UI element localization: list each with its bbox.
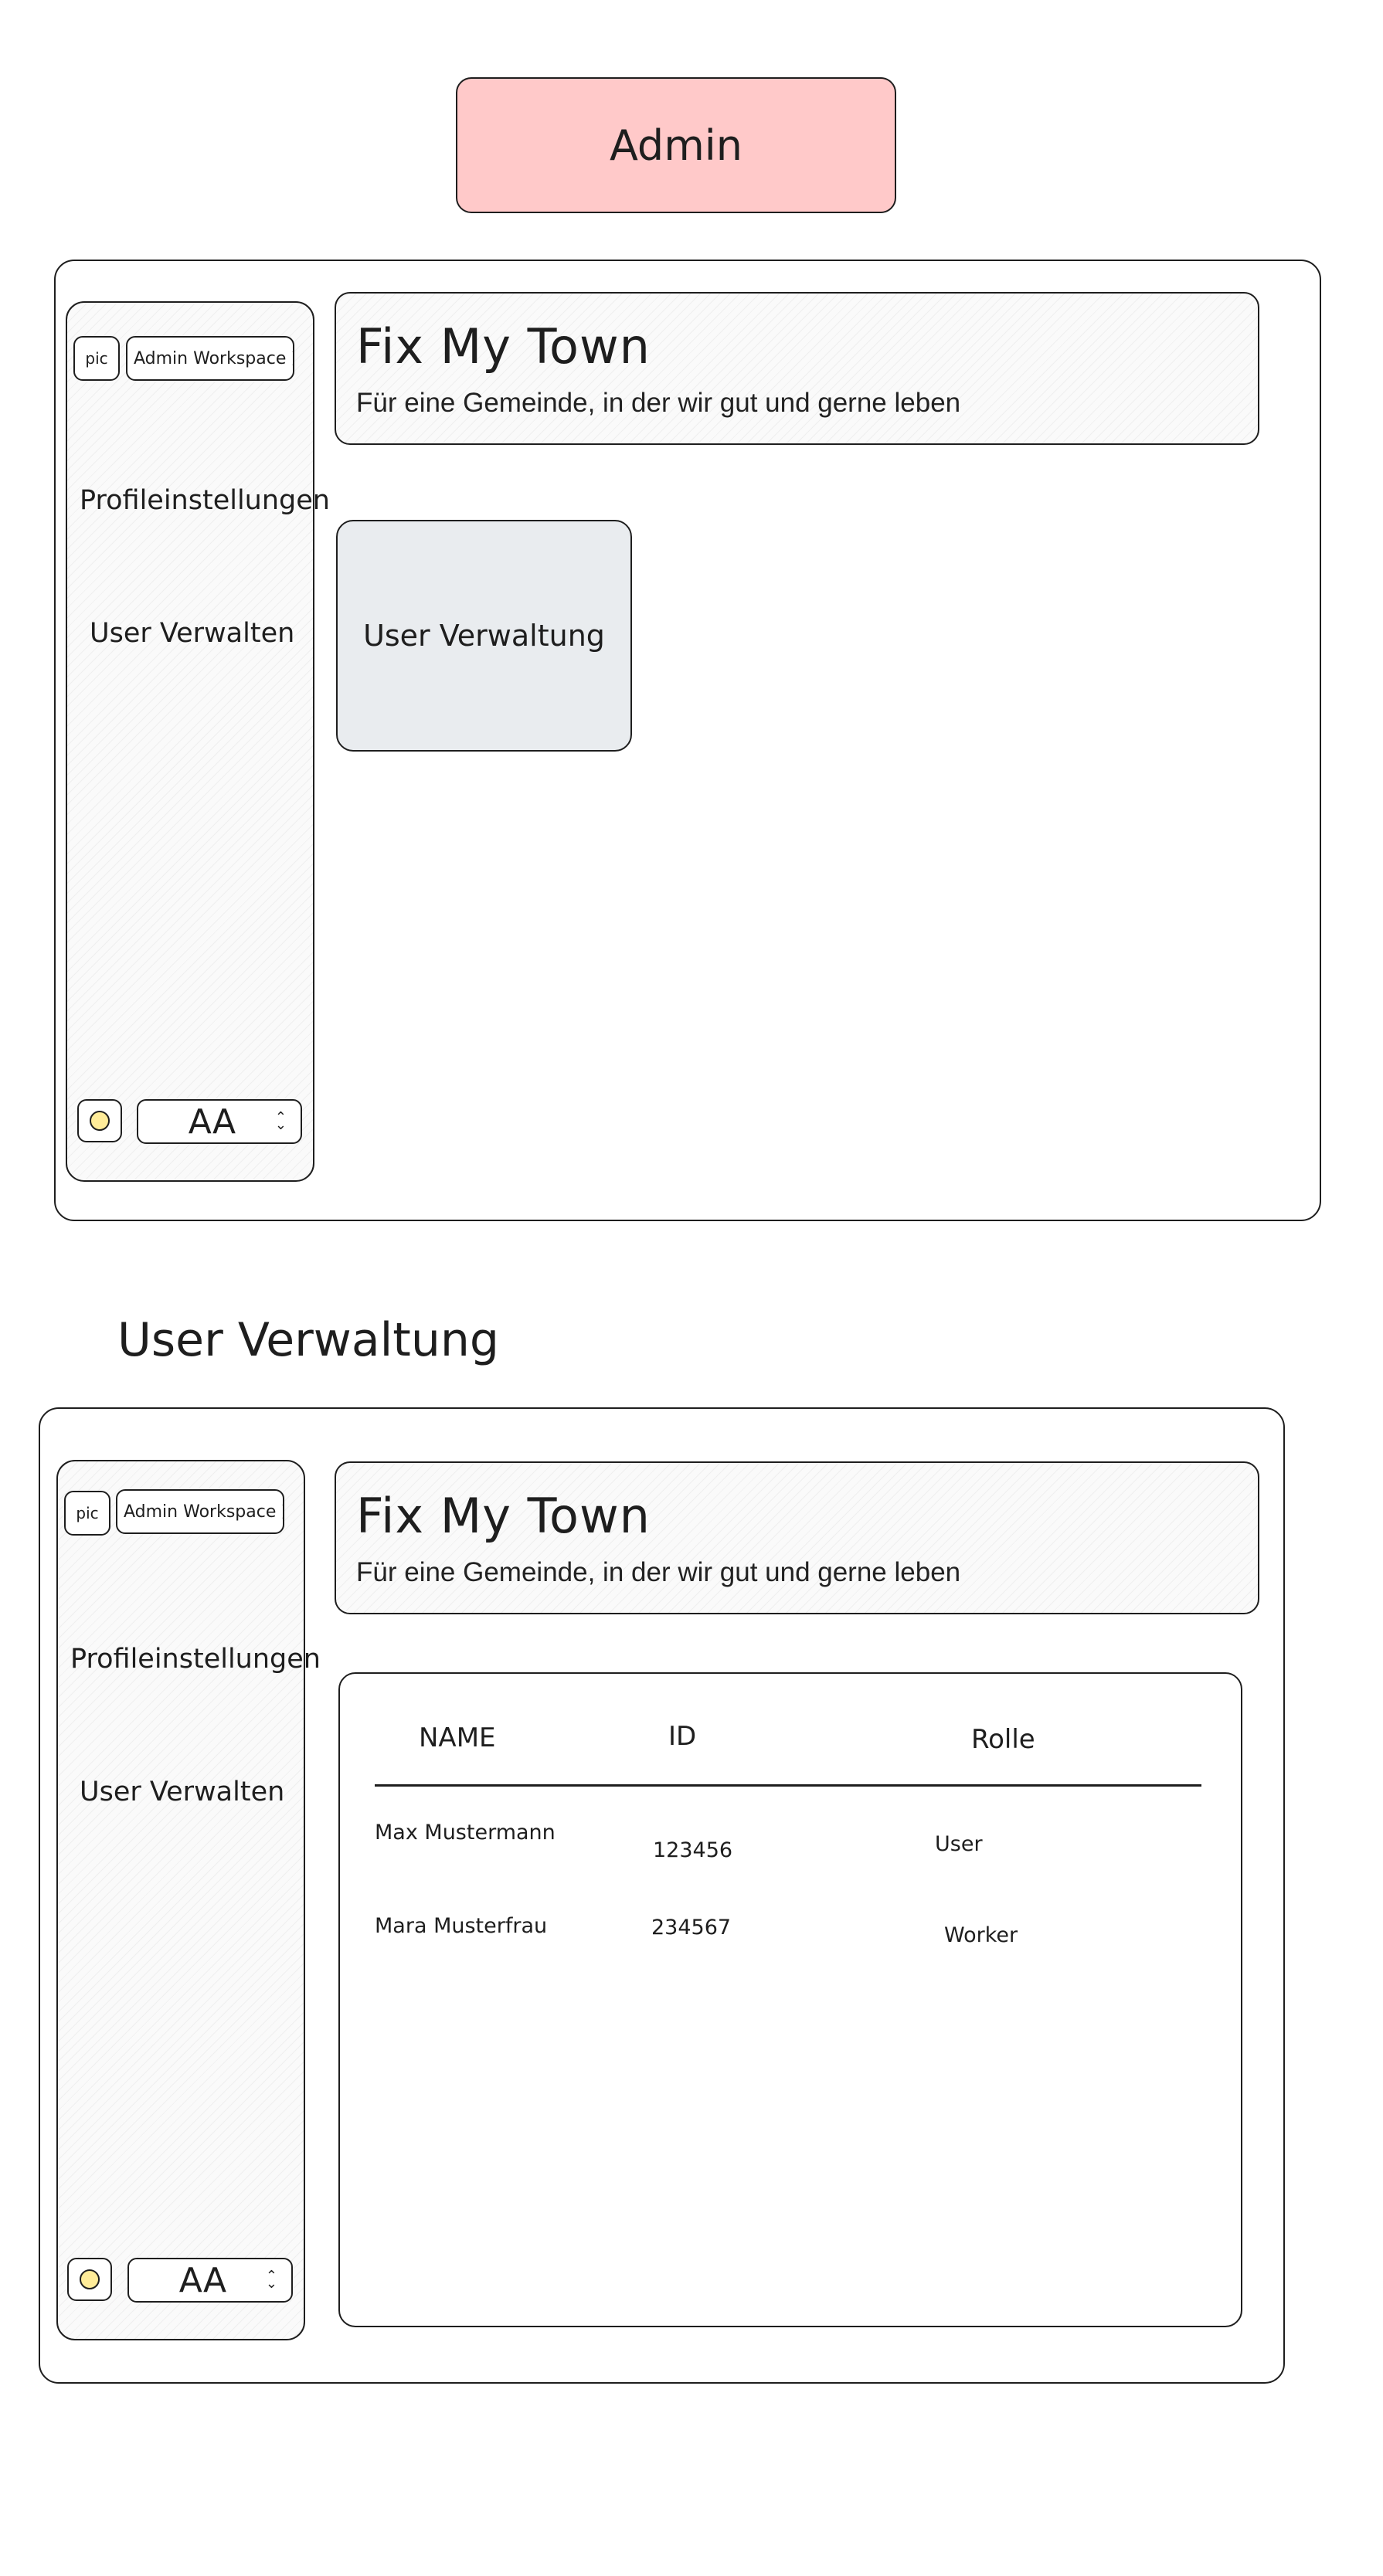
table-cell-id: 123456 (653, 1838, 733, 1862)
app-subtitle: Für eine Gemeinde, in der wir gut und ge… (356, 388, 961, 418)
up-down-chevron-icon: ⌃⌄ (274, 1109, 287, 1133)
workspace-select-label: Admin Workspace (134, 348, 287, 368)
app-subtitle: Für eine Gemeinde, in der wir gut und ge… (356, 1557, 961, 1587)
profile-pic-label: pic (85, 349, 108, 368)
sidebar-item-label: User Verwalten (90, 618, 295, 649)
up-down-chevron-icon: ⌃⌄ (279, 1500, 283, 1523)
table-cell-name: Mara Musterfrau (375, 1914, 548, 1938)
admin-label: Admin (609, 120, 743, 170)
column-header-id[interactable]: ID (668, 1721, 696, 1752)
column-header-rolle[interactable]: Rolle (971, 1724, 1035, 1755)
table-cell-name: Max Mustermann (375, 1821, 556, 1845)
profile-pic-label: pic (76, 1504, 99, 1522)
table-header-divider (375, 1784, 1201, 1787)
up-down-chevron-icon: ⌃⌄ (289, 347, 293, 370)
font-size-select-label: AA (178, 2260, 227, 2300)
app-title: Fix My Town (356, 318, 651, 375)
sidebar-item-label: Profileinstellungen (70, 1644, 321, 1675)
user-verwaltung-card[interactable]: User Verwaltung (336, 520, 632, 752)
sidebar-item-user-verwalten[interactable]: User Verwalten (90, 618, 294, 649)
column-header-name[interactable]: NAME (419, 1722, 496, 1753)
font-size-select[interactable]: AA ⌃ ⌄ (137, 1099, 302, 1144)
font-size-select[interactable]: AA ⌃ ⌄ (127, 2258, 293, 2303)
app-header: Fix My Town Für eine Gemeinde, in der wi… (335, 1461, 1259, 1614)
sun-dot-icon (90, 1111, 110, 1131)
sidebar-item-label: User Verwalten (80, 1777, 285, 1807)
sidebar (56, 1460, 305, 2340)
table-cell-rolle: User (935, 1832, 983, 1856)
theme-toggle-button[interactable] (67, 2258, 112, 2301)
workspace-select[interactable]: Admin Workspace ⌃⌄ (116, 1489, 284, 1534)
sidebar-item-label: Profileinstellungen (80, 485, 330, 516)
up-down-chevron-icon: ⌃⌄ (265, 2268, 277, 2292)
section-title: User Verwaltung (117, 1313, 499, 1367)
table-cell-rolle: Worker (944, 1923, 1018, 1947)
workspace-select[interactable]: Admin Workspace ⌃⌄ (126, 336, 294, 381)
app-header: Fix My Town Für eine Gemeinde, in der wi… (335, 292, 1259, 445)
app-title: Fix My Town (356, 1488, 651, 1544)
sidebar-item-profileinstellungen[interactable]: Profileinstellungen (70, 1644, 321, 1675)
user-table-panel (338, 1672, 1242, 2327)
profile-pic-button[interactable]: pic (73, 336, 120, 381)
user-verwaltung-card-label: User Verwaltung (363, 619, 605, 653)
sidebar-item-profileinstellungen[interactable]: Profileinstellungen (80, 485, 330, 516)
sidebar (66, 301, 314, 1182)
admin-label-box: Admin (456, 77, 896, 213)
profile-pic-button[interactable]: pic (64, 1491, 110, 1536)
workspace-select-label: Admin Workspace (124, 1502, 277, 1522)
table-cell-id: 234567 (651, 1916, 732, 1940)
theme-toggle-button[interactable] (77, 1099, 122, 1142)
font-size-select-label: AA (188, 1101, 236, 1142)
sidebar-item-user-verwalten[interactable]: User Verwalten (80, 1777, 284, 1807)
sun-dot-icon (80, 2269, 100, 2289)
